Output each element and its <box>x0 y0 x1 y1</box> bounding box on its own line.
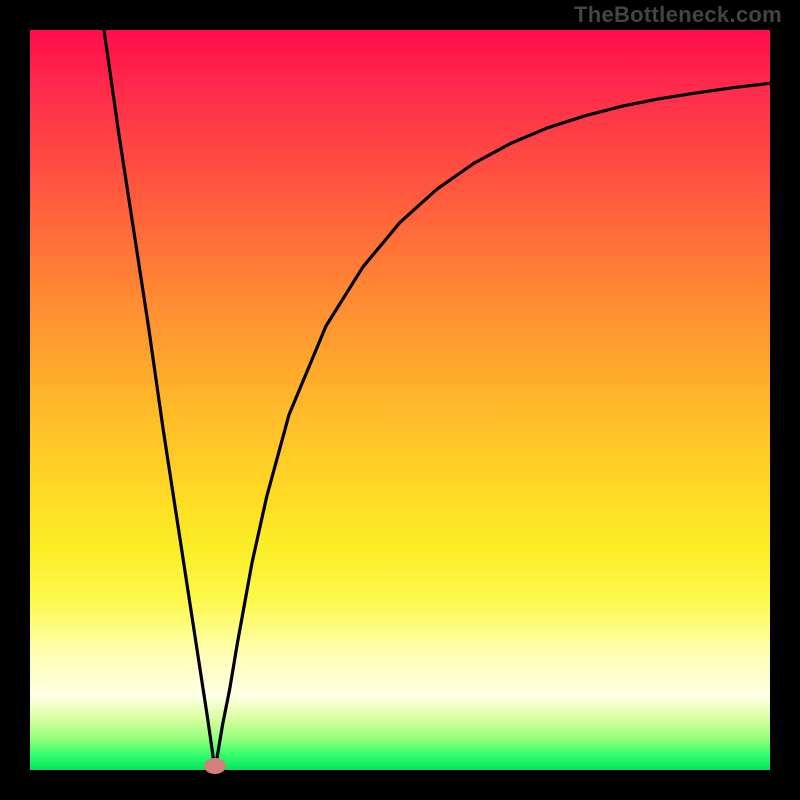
chart-frame: TheBottleneck.com <box>0 0 800 800</box>
plot-area <box>30 30 770 770</box>
curve-layer <box>30 30 770 770</box>
curve-right-branch <box>215 83 770 770</box>
watermark-text: TheBottleneck.com <box>574 2 782 28</box>
vertex-marker <box>204 758 226 774</box>
curve-left-branch <box>104 30 215 770</box>
